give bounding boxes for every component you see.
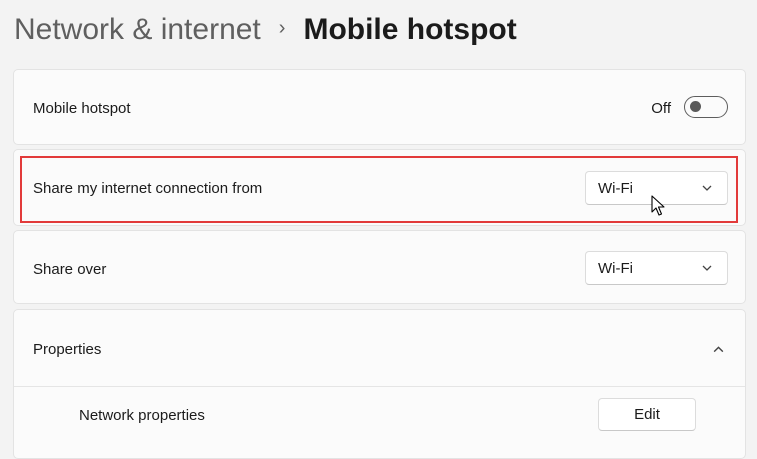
mobile-hotspot-state-text: Off bbox=[651, 100, 671, 117]
mobile-hotspot-toggle[interactable] bbox=[684, 96, 728, 118]
mobile-hotspot-card: Mobile hotspot Off bbox=[13, 69, 746, 145]
breadcrumb-separator-icon: › bbox=[278, 16, 286, 39]
page-title: Mobile hotspot bbox=[303, 13, 517, 46]
mobile-hotspot-label: Mobile hotspot bbox=[33, 100, 131, 117]
share-from-dropdown[interactable]: Wi-Fi bbox=[585, 171, 728, 205]
share-from-card: Share my internet connection from Wi-Fi bbox=[13, 149, 746, 226]
share-from-selected-value: Wi-Fi bbox=[598, 180, 633, 197]
chevron-up-icon[interactable] bbox=[712, 343, 725, 356]
properties-card: Properties Network properties Edit bbox=[13, 309, 746, 459]
chevron-down-icon bbox=[702, 265, 712, 271]
share-over-card: Share over Wi-Fi bbox=[13, 230, 746, 304]
toggle-knob bbox=[690, 101, 701, 112]
edit-button[interactable]: Edit bbox=[598, 398, 696, 431]
breadcrumb: Network & internet › Mobile hotspot bbox=[14, 8, 517, 52]
share-over-dropdown[interactable]: Wi-Fi bbox=[585, 251, 728, 285]
network-properties-label: Network properties bbox=[79, 407, 205, 424]
share-over-label: Share over bbox=[33, 261, 107, 278]
chevron-down-icon bbox=[702, 185, 712, 191]
properties-header[interactable]: Properties bbox=[14, 310, 745, 386]
properties-label: Properties bbox=[33, 341, 102, 358]
share-from-label: Share my internet connection from bbox=[33, 180, 263, 197]
properties-divider bbox=[14, 386, 745, 387]
share-over-selected-value: Wi-Fi bbox=[598, 260, 633, 277]
breadcrumb-parent-link[interactable]: Network & internet bbox=[14, 13, 261, 47]
